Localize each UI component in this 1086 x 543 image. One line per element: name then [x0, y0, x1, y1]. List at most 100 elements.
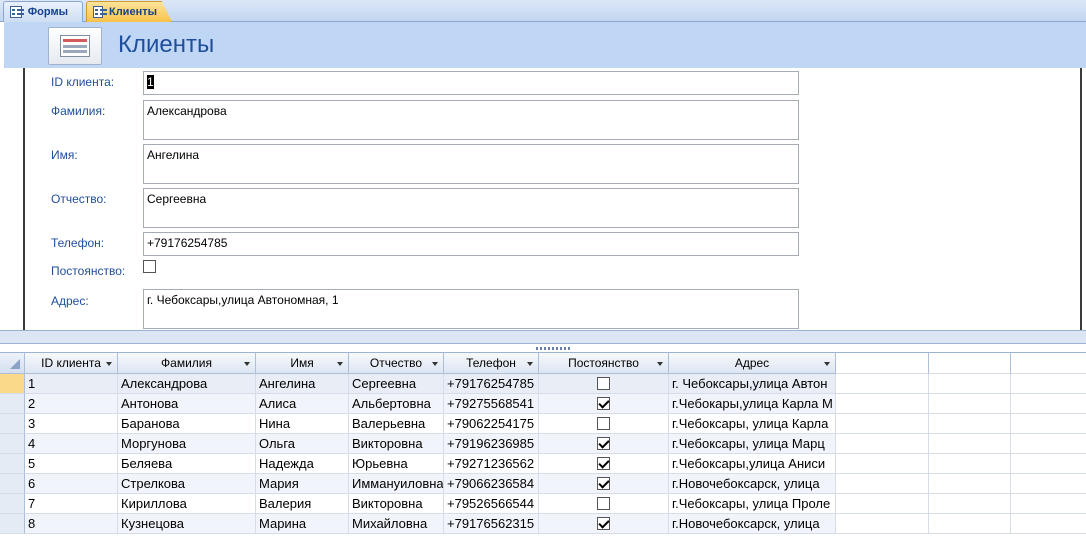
lastname-cell[interactable]: Александрова	[118, 374, 256, 394]
tab-clients[interactable]: Клиенты	[86, 1, 172, 22]
phone-cell[interactable]: +79275568541	[444, 394, 539, 414]
tab-forms[interactable]: Формы	[3, 1, 83, 22]
regular-checkbox[interactable]	[143, 260, 156, 273]
table-row[interactable]: 2 Антонова Алиса Альбертовна +79275568541 г.Ч…	[0, 394, 1086, 414]
id-cell[interactable]: 6	[25, 474, 118, 494]
firstname-cell[interactable]: Валерия	[256, 494, 349, 514]
lastname-cell[interactable]: Беляева	[118, 454, 256, 474]
table-row[interactable]: 5 Беляева Надежда Юрьевна +79271236562 г.Чеб…	[0, 454, 1086, 474]
column-header-lastname[interactable]: Фамилия	[118, 353, 256, 374]
dropdown-arrow-icon[interactable]	[106, 362, 112, 366]
firstname-cell[interactable]: Мария	[256, 474, 349, 494]
select-all-corner[interactable]	[0, 353, 25, 374]
lastname-cell[interactable]: Антонова	[118, 394, 256, 414]
patronymic-cell[interactable]: Юрьевна	[349, 454, 444, 474]
dropdown-arrow-icon[interactable]	[244, 362, 250, 366]
regular-checkbox[interactable]	[597, 457, 610, 470]
id-cell[interactable]: 8	[25, 514, 118, 534]
table-row[interactable]: 1 Александрова Ангелина Сергеевна +791762547…	[0, 374, 1086, 394]
patronymic-cell[interactable]: Валерьевна	[349, 414, 444, 434]
record-selector[interactable]	[0, 414, 25, 434]
record-selector[interactable]	[0, 514, 25, 534]
lastname-cell[interactable]: Моргунова	[118, 434, 256, 454]
patronymic-cell[interactable]: Михайловна	[349, 514, 444, 534]
column-header-id[interactable]: ID клиента	[25, 353, 118, 374]
regular-checkbox[interactable]	[597, 377, 610, 390]
phone-cell[interactable]: +79196236985	[444, 434, 539, 454]
firstname-field[interactable]: Ангелина	[143, 144, 799, 184]
regular-cell[interactable]	[539, 494, 669, 514]
regular-cell[interactable]	[539, 414, 669, 434]
address-cell[interactable]: г.Чебоксары, улица Карла	[669, 414, 836, 434]
record-selector[interactable]	[0, 474, 25, 494]
id-cell[interactable]: 2	[25, 394, 118, 414]
firstname-cell[interactable]: Марина	[256, 514, 349, 534]
address-cell[interactable]: г.Чебоксары, улица Марц	[669, 434, 836, 454]
regular-cell[interactable]	[539, 394, 669, 414]
address-field[interactable]: г. Чебоксары,улица Автономная, 1	[143, 289, 799, 329]
regular-cell[interactable]	[539, 474, 669, 494]
regular-cell[interactable]	[539, 514, 669, 534]
patronymic-cell[interactable]: Викторовна	[349, 434, 444, 454]
table-row[interactable]: 7 Кириллова Валерия Викторовна +79526566544 г…	[0, 494, 1086, 514]
id-cell[interactable]: 7	[25, 494, 118, 514]
record-selector[interactable]	[0, 494, 25, 514]
column-header-regular[interactable]: Постоянство	[539, 353, 669, 374]
patronymic-cell[interactable]: Альбертовна	[349, 394, 444, 414]
address-cell[interactable]: г.Новочебоксарск, улица	[669, 514, 836, 534]
regular-checkbox[interactable]	[597, 417, 610, 430]
firstname-cell[interactable]: Нина	[256, 414, 349, 434]
id-field[interactable]: 1	[143, 71, 799, 95]
lastname-cell[interactable]: Баранова	[118, 414, 256, 434]
dropdown-arrow-icon[interactable]	[824, 362, 830, 366]
lastname-cell[interactable]: Кузнецова	[118, 514, 256, 534]
firstname-cell[interactable]: Ангелина	[256, 374, 349, 394]
firstname-cell[interactable]: Алиса	[256, 394, 349, 414]
table-row[interactable]: 3 Баранова Нина Валерьевна +79062254175 г.Че…	[0, 414, 1086, 434]
firstname-cell[interactable]: Ольга	[256, 434, 349, 454]
dropdown-arrow-icon[interactable]	[432, 362, 438, 366]
patronymic-cell[interactable]: Викторовна	[349, 494, 444, 514]
table-row[interactable]: 4 Моргунова Ольга Викторовна +79196236985 г.Ч…	[0, 434, 1086, 454]
address-cell[interactable]: г. Чебоксары,улица Автон	[669, 374, 836, 394]
address-cell[interactable]: г.Чебоксары, улица Проле	[669, 494, 836, 514]
splitter-grip[interactable]	[536, 347, 570, 350]
address-cell[interactable]: г.Новочебоксарск, улица	[669, 474, 836, 494]
lastname-cell[interactable]: Стрелкова	[118, 474, 256, 494]
phone-field[interactable]: +79176254785	[143, 232, 799, 256]
regular-cell[interactable]	[539, 454, 669, 474]
id-cell[interactable]: 3	[25, 414, 118, 434]
phone-cell[interactable]: +79176562315	[444, 514, 539, 534]
table-row[interactable]: 6 Стрелкова Мария Иммануиловна +79066236584 г…	[0, 474, 1086, 494]
table-row[interactable]: 8 Кузнецова Марина Михайловна +79176562315 г.…	[0, 514, 1086, 534]
phone-cell[interactable]: +79066236584	[444, 474, 539, 494]
record-selector[interactable]	[0, 434, 25, 454]
column-header-address[interactable]: Адрес	[669, 353, 836, 374]
regular-checkbox[interactable]	[597, 517, 610, 530]
record-selector[interactable]	[0, 394, 25, 414]
id-cell[interactable]: 1	[25, 374, 118, 394]
patronymic-cell[interactable]: Сергеевна	[349, 374, 444, 394]
phone-cell[interactable]: +79062254175	[444, 414, 539, 434]
record-selector[interactable]	[0, 374, 25, 394]
patronymic-field[interactable]: Сергеевна	[143, 188, 799, 228]
phone-cell[interactable]: +79271236562	[444, 454, 539, 474]
address-cell[interactable]: г.Чебоксары,улица Аниси	[669, 454, 836, 474]
column-header-phone[interactable]: Телефон	[444, 353, 539, 374]
record-selector[interactable]	[0, 454, 25, 474]
regular-checkbox[interactable]	[597, 437, 610, 450]
lastname-cell[interactable]: Кириллова	[118, 494, 256, 514]
id-cell[interactable]: 5	[25, 454, 118, 474]
phone-cell[interactable]: +79526566544	[444, 494, 539, 514]
column-header-patronymic[interactable]: Отчество	[349, 353, 444, 374]
dropdown-arrow-icon[interactable]	[527, 362, 533, 366]
column-header-firstname[interactable]: Имя	[256, 353, 349, 374]
phone-cell[interactable]: +79176254785	[444, 374, 539, 394]
patronymic-cell[interactable]: Иммануиловна	[349, 474, 444, 494]
regular-cell[interactable]	[539, 434, 669, 454]
regular-checkbox[interactable]	[597, 477, 610, 490]
address-cell[interactable]: г.Чебокары,улица Карла М	[669, 394, 836, 414]
id-cell[interactable]: 4	[25, 434, 118, 454]
firstname-cell[interactable]: Надежда	[256, 454, 349, 474]
lastname-field[interactable]: Александрова	[143, 100, 799, 140]
